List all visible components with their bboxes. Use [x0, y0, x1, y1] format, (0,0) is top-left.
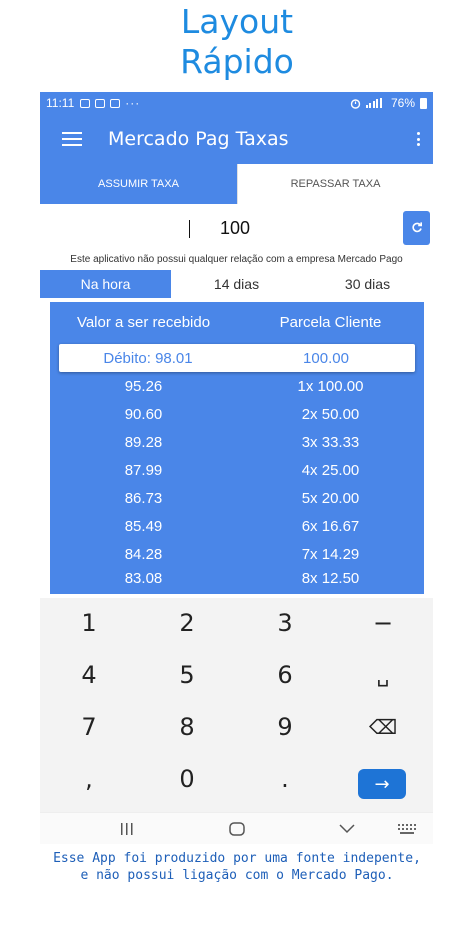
amount-input-row — [40, 204, 433, 250]
app-bar: Mercado Pag Taxas — [40, 114, 433, 164]
more-notifications-icon: ··· — [125, 96, 141, 110]
table-header: Valor a ser recebido Parcela Cliente — [50, 314, 424, 331]
battery-percent: 76% — [390, 96, 415, 110]
status-time: 11:11 — [46, 96, 75, 110]
row-parcela: 5x 20.00 — [301, 489, 360, 507]
enter-button[interactable]: → — [358, 769, 406, 799]
row-valor: 95.26 — [124, 377, 163, 395]
key-2[interactable]: 2 — [138, 598, 236, 648]
back-button[interactable] — [338, 819, 356, 839]
footer-line1: Esse App foi produzido por uma fonte ind… — [53, 851, 421, 866]
row-parcela: 3x 33.33 — [301, 433, 360, 451]
row-parcela: 1x 100.00 — [297, 377, 364, 395]
keyboard-toggle-button[interactable] — [396, 819, 418, 839]
recent-apps-button[interactable] — [118, 819, 136, 839]
key-6[interactable]: 6 — [236, 650, 334, 700]
footer-disclaimer: Esse App foi produzido por uma fonte ind… — [0, 850, 474, 884]
row-parcela: 7x 14.29 — [301, 545, 360, 563]
recent-apps-icon — [121, 823, 133, 835]
period-tabs: Na hora 14 dias 30 dias — [40, 270, 433, 298]
status-bar: 11:11 ··· 76% — [40, 92, 433, 114]
app-title: Mercado Pag Taxas — [108, 128, 289, 150]
row-valor: Débito: 98.01 — [103, 349, 193, 367]
row-valor: 86.73 — [124, 489, 163, 507]
key-9[interactable]: 9 — [236, 702, 334, 752]
row-valor: 84.28 — [124, 545, 163, 563]
signal-icon — [365, 98, 382, 108]
tab-30-dias[interactable]: 30 dias — [302, 270, 433, 298]
row-valor: 87.99 — [124, 461, 163, 479]
row-parcela: 2x 50.00 — [301, 405, 360, 423]
keyboard-icon — [398, 824, 416, 834]
tab-assumir-taxa[interactable]: ASSUMIR TAXA — [40, 164, 237, 204]
text-cursor — [189, 220, 190, 238]
row-valor: 85.49 — [124, 517, 163, 535]
key-8[interactable]: 8 — [138, 702, 236, 752]
header-valor: Valor a ser recebido — [76, 314, 211, 331]
key-period[interactable]: . — [236, 754, 334, 804]
system-nav-bar — [40, 812, 433, 844]
key-space[interactable]: ␣ — [334, 650, 432, 700]
promo-title-line1: Layout — [180, 2, 294, 41]
table-row-selected[interactable]: Débito: 98.01 100.00 — [59, 344, 415, 372]
key-5[interactable]: 5 — [138, 650, 236, 700]
table-row[interactable]: 90.60 2x 50.00 — [50, 400, 424, 428]
overflow-menu-icon[interactable] — [417, 132, 421, 146]
tab-repassar-taxa[interactable]: REPASSAR TAXA — [237, 164, 433, 204]
table-row[interactable]: 86.73 5x 20.00 — [50, 484, 424, 512]
amount-input[interactable] — [80, 210, 390, 246]
row-valor: 89.28 — [124, 433, 163, 451]
promo-title-line2: Rápido — [180, 42, 294, 81]
tab-14-dias[interactable]: 14 dias — [171, 270, 302, 298]
key-4[interactable]: 4 — [40, 650, 138, 700]
key-1[interactable]: 1 — [40, 598, 138, 648]
refresh-icon — [411, 222, 422, 233]
table-row[interactable]: 85.49 6x 16.67 — [50, 512, 424, 540]
refresh-button[interactable] — [403, 211, 430, 245]
key-0[interactable]: 0 — [138, 754, 236, 804]
row-parcela: 6x 16.67 — [301, 517, 360, 535]
phone-screen: 11:11 ··· 76% Mercado Pag Taxas ASSUMIR … — [40, 92, 433, 844]
table-row[interactable]: 87.99 4x 25.00 — [50, 456, 424, 484]
table-row[interactable]: 95.26 1x 100.00 — [50, 372, 424, 400]
fee-mode-tabs: ASSUMIR TAXA REPASSAR TAXA — [40, 164, 433, 204]
key-comma[interactable]: , — [40, 754, 138, 804]
row-valor: 83.08 — [124, 569, 163, 587]
key-7[interactable]: 7 — [40, 702, 138, 752]
row-valor: 90.60 — [124, 405, 163, 423]
table-row[interactable]: 89.28 3x 33.33 — [50, 428, 424, 456]
fee-table: Valor a ser recebido Parcela Cliente Déb… — [50, 302, 424, 594]
gallery-icon — [80, 98, 91, 108]
back-chevron-icon — [339, 824, 355, 834]
row-parcela: 4x 25.00 — [301, 461, 360, 479]
header-parcela: Parcela Cliente — [279, 314, 382, 331]
home-button[interactable] — [228, 819, 246, 839]
footer-line2: e não possui ligação com o Mercado Pago. — [80, 868, 394, 883]
table-row[interactable]: 83.08 8x 12.50 — [50, 564, 424, 592]
key-minus[interactable]: − — [334, 598, 432, 648]
key-backspace[interactable]: ⌫ — [334, 702, 432, 752]
enter-arrow-icon: → — [374, 773, 390, 795]
row-parcela: 8x 12.50 — [301, 569, 360, 587]
tab-na-hora[interactable]: Na hora — [40, 270, 171, 298]
alarm-icon — [350, 98, 361, 109]
message-icon — [95, 98, 106, 108]
disclaimer-text: Este aplicativo não possui qualquer rela… — [70, 254, 403, 265]
row-parcela: 100.00 — [303, 349, 349, 367]
hamburger-menu-icon[interactable] — [62, 132, 82, 146]
numeric-keyboard: 1 2 3 − 4 5 6 ␣ 7 8 9 ⌫ , 0 . → — [40, 598, 433, 812]
key-3[interactable]: 3 — [236, 598, 334, 648]
battery-icon — [420, 97, 427, 109]
home-icon — [229, 822, 245, 836]
youtube-icon — [110, 98, 121, 108]
